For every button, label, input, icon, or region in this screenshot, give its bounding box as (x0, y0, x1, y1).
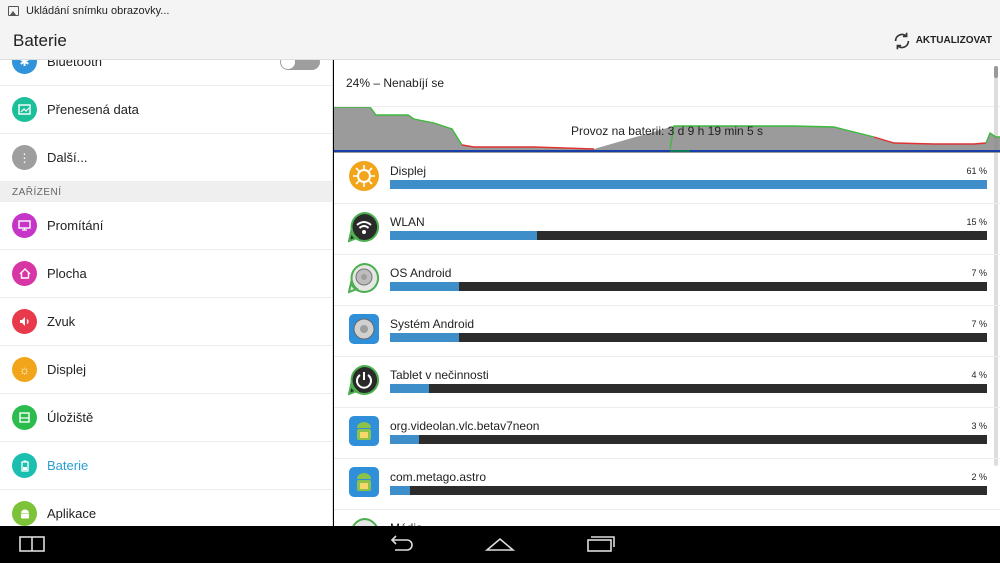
sidebar-item-label: Baterie (47, 458, 89, 473)
sidebar-item-storage[interactable]: Úložiště (0, 394, 332, 442)
page-title: Baterie (13, 30, 67, 50)
usage-bar (390, 282, 987, 291)
cast-icon (12, 213, 37, 238)
sidebar-item-display[interactable]: ☼ Displej (0, 346, 332, 394)
more-icon: ⋮ (12, 145, 37, 170)
app-name: WLAN (390, 215, 425, 229)
usage-bar-fill (390, 282, 459, 291)
storage-icon (12, 405, 37, 430)
usage-bar-fill (390, 333, 459, 342)
sidebar-item-label: Přenesená data (47, 102, 139, 117)
sidebar-item-label: Zvuk (47, 314, 76, 329)
app-name: com.metago.astro (390, 470, 487, 484)
battery-runtime: Provoz na baterii: 3 d 9 h 19 min 5 s (570, 124, 764, 138)
android-system-icon (348, 313, 380, 345)
apps-icon (12, 501, 37, 526)
refresh-icon (894, 32, 909, 49)
sidebar-item-more[interactable]: ⋮ Další... (0, 134, 332, 182)
recents-button[interactable] (584, 533, 616, 555)
android-os-icon (347, 262, 380, 294)
app-percent: 61 % (966, 166, 987, 176)
app-name: Tablet v nečinnosti (390, 368, 489, 382)
usage-bar-fill (390, 180, 987, 189)
data-usage-icon (12, 97, 37, 122)
app-name: OS Android (390, 266, 452, 280)
app-percent: 2 % (971, 472, 987, 482)
sidebar-item-battery[interactable]: Baterie (0, 442, 332, 490)
app-percent: 15 % (966, 217, 987, 227)
section-header-device: ZAŘÍZENÍ (0, 182, 332, 202)
sidebar-item-home[interactable]: Plocha (0, 250, 332, 298)
usage-bar (390, 231, 987, 240)
recents-icon (587, 536, 615, 552)
usage-bar (390, 435, 987, 444)
image-icon (8, 6, 19, 16)
usage-bar (390, 333, 987, 342)
battery-graph[interactable]: Provoz na baterii: 3 d 9 h 19 min 5 s (334, 107, 1000, 153)
sidebar-item-apps[interactable]: Aplikace (0, 490, 332, 526)
back-button[interactable] (384, 533, 416, 555)
action-bar: Baterie AKTUALIZOVAT (0, 22, 1000, 60)
app-usage-row[interactable]: Displej 61 % (334, 153, 1000, 204)
usage-bar-fill (390, 435, 420, 444)
app-percent: 3 % (971, 421, 987, 431)
battery-panel: 24% – Nenabíjí se Provoz na baterii: 3 d… (334, 60, 1000, 526)
settings-sidebar: ✱ Bluetooth Přenesená data ⋮ Další... ZA… (0, 60, 333, 526)
usage-bar (390, 384, 987, 393)
app-usage-row[interactable]: Tablet v nečinnosti 4 % (334, 357, 1000, 408)
sound-icon (12, 309, 37, 334)
back-icon (390, 535, 413, 551)
sidebar-item-sound[interactable]: Zvuk (0, 298, 332, 346)
sidebar-item-label: Plocha (47, 266, 87, 281)
refresh-button[interactable]: AKTUALIZOVAT (891, 30, 992, 52)
usage-bar-fill (390, 486, 410, 495)
status-notification: Ukládání snímku obrazovky... (26, 5, 170, 17)
app-percent: 7 % (971, 268, 987, 278)
sidebar-item-data-usage[interactable]: Přenesená data (0, 86, 332, 134)
sidebar-item-label: Promítání (47, 218, 104, 233)
app-usage-list: Displej 61 % WLAN 15 % OS Android 7 % Systém A… (334, 153, 1000, 526)
app-percent: 4 % (971, 370, 987, 380)
sidebar-item-label: Aplikace (47, 506, 97, 521)
android-app-icon (348, 415, 380, 447)
split-screen-button[interactable] (18, 533, 46, 555)
bluetooth-toggle[interactable] (280, 60, 320, 70)
navigation-bar (0, 526, 1000, 563)
status-bar: Ukládání snímku obrazovky... (0, 0, 1000, 22)
app-name: org.videolan.vlc.betav7neon (390, 419, 540, 433)
sidebar-item-label: Další... (47, 150, 88, 165)
bluetooth-icon: ✱ (12, 60, 37, 74)
sidebar-item-label: Displej (47, 362, 87, 377)
refresh-label: AKTUALIZOVAT (915, 35, 992, 46)
android-app-icon (348, 466, 380, 498)
app-usage-row[interactable]: Média (334, 510, 1000, 526)
battery-icon (12, 453, 37, 478)
app-name: Systém Android (390, 317, 475, 331)
sidebar-item-bluetooth[interactable]: ✱ Bluetooth (0, 60, 332, 86)
home-icon (12, 261, 37, 286)
usage-bar (390, 486, 987, 495)
usage-bar (390, 180, 987, 189)
app-usage-row[interactable]: org.videolan.vlc.betav7neon 3 % (334, 408, 1000, 459)
home-nav-icon (485, 537, 515, 551)
app-usage-row[interactable]: Systém Android 7 % (334, 306, 1000, 357)
sidebar-item-label: Úložiště (47, 410, 94, 425)
app-usage-row[interactable]: WLAN 15 % (334, 204, 1000, 255)
usage-bar-fill (390, 384, 430, 393)
app-usage-row[interactable]: com.metago.astro 2 % (334, 459, 1000, 510)
app-usage-row[interactable]: OS Android 7 % (334, 255, 1000, 306)
battery-summary: 24% – Nenabíjí se (334, 60, 1000, 107)
power-icon (347, 364, 380, 396)
sidebar-item-label: Bluetooth (47, 60, 102, 69)
app-name: Displej (390, 164, 427, 178)
app-percent: 7 % (971, 319, 987, 329)
wifi-icon (347, 211, 380, 243)
display-icon (348, 160, 380, 192)
media-icon (348, 517, 380, 526)
usage-bar-fill (390, 231, 537, 240)
split-screen-icon (19, 536, 45, 552)
sidebar-item-cast[interactable]: Promítání (0, 202, 332, 250)
home-button[interactable] (484, 533, 516, 555)
display-icon: ☼ (12, 357, 37, 382)
